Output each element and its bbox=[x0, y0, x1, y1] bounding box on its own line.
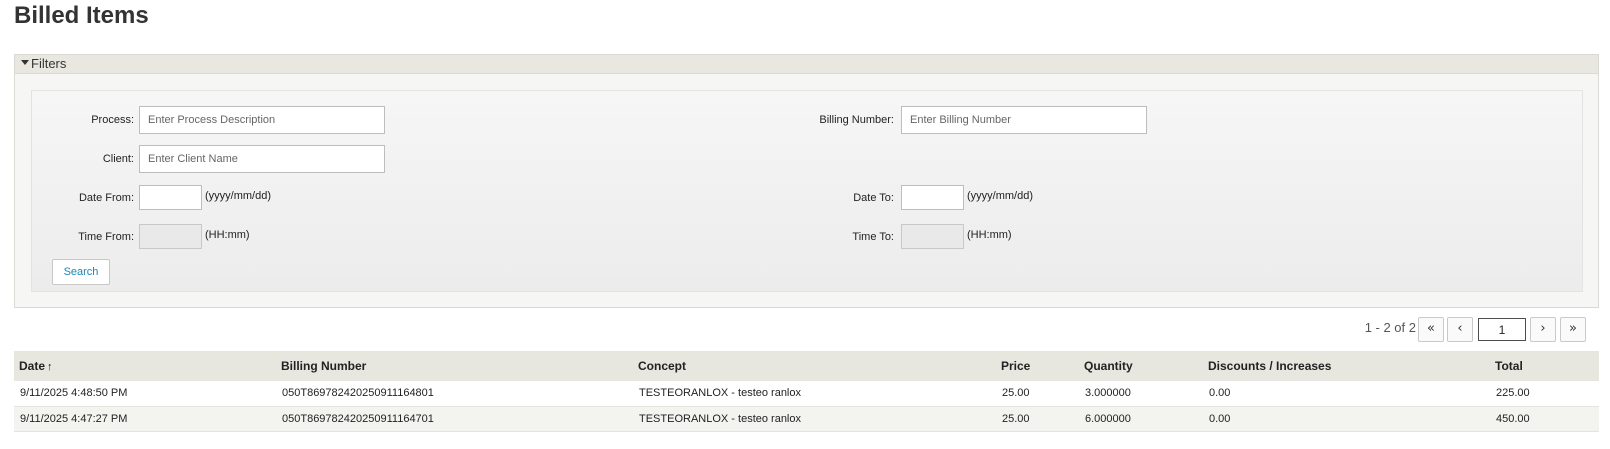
page-number-input[interactable] bbox=[1478, 318, 1526, 341]
sort-ascending-icon: ↑ bbox=[47, 361, 53, 373]
date-to-label: Date To: bbox=[853, 192, 894, 204]
cell-discounts-increases: 0.00 bbox=[1203, 381, 1490, 407]
time-from-input[interactable] bbox=[139, 224, 202, 249]
pager-info: 1 - 2 of 2 bbox=[1364, 320, 1416, 335]
column-header-price[interactable]: Price bbox=[996, 351, 1079, 381]
date-to-hint: (yyyy/mm/dd) bbox=[967, 190, 1033, 202]
filters-header-label: Filters bbox=[31, 56, 67, 71]
caret-down-icon bbox=[21, 60, 29, 66]
search-button[interactable]: Search bbox=[52, 259, 110, 285]
table-header-row: Date ↑ Billing Number Concept Price Quant… bbox=[14, 351, 1599, 381]
filters-toggle[interactable]: Filters bbox=[15, 55, 1598, 74]
cell-date: 9/11/2025 4:47:27 PM bbox=[14, 406, 276, 432]
time-to-label: Time To: bbox=[852, 231, 894, 243]
column-header-billing-number[interactable]: Billing Number bbox=[276, 351, 633, 381]
cell-price: 25.00 bbox=[996, 406, 1079, 432]
filters-panel: Filters Process: Billing Number: Client:… bbox=[14, 54, 1599, 308]
cell-total: 225.00 bbox=[1490, 381, 1599, 407]
filters-form: Process: Billing Number: Client: Date Fr… bbox=[31, 90, 1583, 292]
cell-quantity: 3.000000 bbox=[1079, 381, 1203, 407]
cell-billing-number: 050T869782420250911164801 bbox=[276, 381, 633, 407]
column-header-concept[interactable]: Concept bbox=[633, 351, 996, 381]
time-to-input[interactable] bbox=[901, 224, 964, 249]
column-header-date-label: Date bbox=[19, 359, 46, 373]
cell-date: 9/11/2025 4:48:50 PM bbox=[14, 381, 276, 407]
process-label: Process: bbox=[91, 114, 134, 126]
date-from-input[interactable] bbox=[139, 185, 202, 210]
table-row[interactable]: 9/11/2025 4:48:50 PM 050T869782420250911… bbox=[14, 381, 1599, 407]
date-from-hint: (yyyy/mm/dd) bbox=[205, 190, 271, 202]
cell-quantity: 6.000000 bbox=[1079, 406, 1203, 432]
date-to-input[interactable] bbox=[901, 185, 964, 210]
client-label: Client: bbox=[102, 153, 134, 165]
cell-concept: TESTEORANLOX - testeo ranlox bbox=[633, 406, 996, 432]
date-from-label: Date From: bbox=[78, 192, 134, 204]
billed-items-table: Date ↑ Billing Number Concept Price Quant… bbox=[14, 351, 1599, 432]
column-header-total[interactable]: Total bbox=[1490, 351, 1599, 381]
prev-page-button[interactable]: ‹ bbox=[1447, 317, 1473, 342]
billing-number-label: Billing Number: bbox=[819, 114, 894, 126]
first-page-button[interactable]: « bbox=[1418, 317, 1444, 342]
cell-billing-number: 050T869782420250911164701 bbox=[276, 406, 633, 432]
time-from-hint: (HH:mm) bbox=[205, 229, 250, 241]
last-page-button[interactable]: » bbox=[1560, 317, 1586, 342]
table-row[interactable]: 9/11/2025 4:47:27 PM 050T869782420250911… bbox=[14, 406, 1599, 432]
cell-total: 450.00 bbox=[1490, 406, 1599, 432]
column-header-date[interactable]: Date ↑ bbox=[14, 351, 276, 381]
cell-price: 25.00 bbox=[996, 381, 1079, 407]
cell-discounts-increases: 0.00 bbox=[1203, 406, 1490, 432]
process-input[interactable] bbox=[139, 106, 385, 134]
time-to-hint: (HH:mm) bbox=[967, 229, 1012, 241]
next-page-button[interactable]: › bbox=[1530, 317, 1556, 342]
billing-number-input[interactable] bbox=[901, 106, 1147, 134]
cell-concept: TESTEORANLOX - testeo ranlox bbox=[633, 381, 996, 407]
client-input[interactable] bbox=[139, 145, 385, 173]
page-title: Billed Items bbox=[14, 2, 149, 29]
column-header-discounts-increases[interactable]: Discounts / Increases bbox=[1203, 351, 1490, 381]
time-from-label: Time From: bbox=[78, 231, 134, 243]
column-header-quantity[interactable]: Quantity bbox=[1079, 351, 1203, 381]
